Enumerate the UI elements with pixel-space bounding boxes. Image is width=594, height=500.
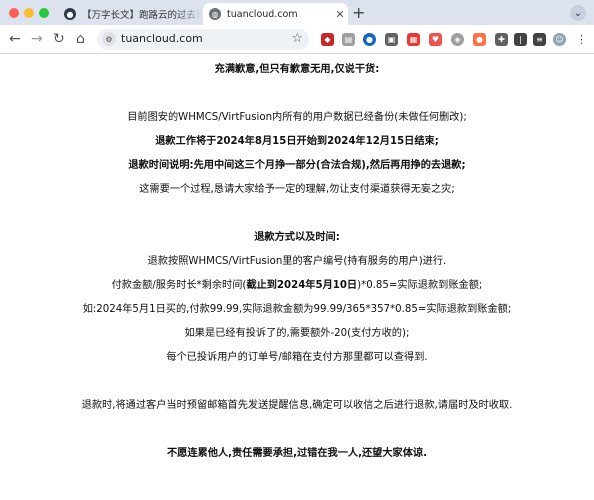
email-notice: 退款时,将通过客户当时预留邮箱首先发送提醒信息,确定可以收信之后进行退款,请届时… [81,400,513,411]
method-basis: 退款按照WHMCS/VirtFusion里的客户编号(持有服务的用户)进行. [147,256,447,267]
browser-toolbar: ← → ↻ ⌂ ⚙ tuancloud.com ☆ ◆ ▤ ● ▣ ▦ ♥ ◈ … [0,25,594,54]
notice-patience: 这需要一个过程,恳请大家给予一定的理解,勿让支付渠道获得无妄之灾; [139,184,455,195]
complaint-fee: 如果是已经有投诉了的,需要额外-20(支付方收的); [184,328,410,339]
fox-extension-icon[interactable]: ● [473,33,486,46]
tab-bar: ● 【万字长文】跑路云的过去现在 ◍ tuancloud.com ✕ + ⌄ [0,0,594,25]
globe-icon: ◍ [209,8,221,20]
password-extension-icon[interactable]: ● [363,33,376,46]
media-controls-icon[interactable]: ≡ [533,33,546,46]
profile-avatar[interactable]: ☺ [553,33,566,46]
maximize-window-button[interactable] [39,8,49,18]
translate-extension-icon[interactable]: ▣ [385,33,398,46]
puzzle-extensions-icon[interactable]: ✚ [495,33,508,46]
method-title: 退款方式以及时间: [254,232,340,243]
more-menu-icon[interactable]: ⋮ [575,33,588,46]
menu-separator-icon: | [514,33,527,46]
formula-suffix: )*0.85=实际退款到账金额; [357,280,483,291]
new-tab-button[interactable]: + [352,3,365,23]
notice-backup: 目前图安的WHMCS/VirtFusion内所有的用户数据已经备份(未做任何删改… [127,112,467,123]
address-url: tuancloud.com [121,32,203,45]
tab-title: 【万字长文】跑路云的过去现在 [82,10,202,21]
chevron-down-icon[interactable]: ⌄ [570,5,586,21]
complaint-check: 每个已投诉用户的订单号/邮箱在支付方那里都可以查得到. [166,352,428,363]
refund-formula: 付款金额/服务时长*剩余时间(截止到2024年5月10日)*0.85=实际退款到… [0,276,594,291]
shield-extension-icon[interactable]: ◆ [321,33,334,46]
notice-page: 充满歉意,但只有歉意无用,仅说干货: 目前图安的WHMCS/VirtFusion… [0,55,594,500]
notice-heading: 充满歉意,但只有歉意无用,仅说干货: [214,64,380,75]
site-info-icon[interactable]: ⚙ [102,32,116,46]
closing-statement: 不愿连累他人,责任需要承担,过错在我一人,还望大家体谅. [167,448,427,459]
home-icon[interactable]: ⌂ [76,31,85,47]
reader-extension-icon[interactable]: ▤ [342,33,355,46]
cube-extension-icon[interactable]: ◈ [451,33,464,46]
pocket-extension-icon[interactable]: ♥ [429,33,442,46]
bookmark-star-icon[interactable]: ☆ [291,31,303,46]
address-bar[interactable]: ⚙ tuancloud.com ☆ [97,29,309,50]
close-tab-icon[interactable]: ✕ [332,8,348,21]
notice-advice: 退款时间说明:先用中间这三个月挣一部分(合法合规),然后再用挣的去退款; [128,160,466,171]
reload-icon[interactable]: ↻ [53,31,65,47]
pdf-extension-icon[interactable]: ▦ [407,33,420,46]
close-window-button[interactable] [9,8,19,18]
formula-prefix: 付款金额/服务时长*剩余时间( [111,280,247,291]
formula-cutoff-date: 截止到2024年5月10日 [246,280,358,291]
refund-example: 如:2024年5月1日买的,付款99.99,实际退款金额为99.99/365*3… [82,304,512,315]
forward-arrow-icon[interactable]: → [31,31,43,47]
back-arrow-icon[interactable]: ← [9,31,21,47]
tab-tuancloud[interactable]: ◍ tuancloud.com ✕ [203,3,348,25]
minimize-window-button[interactable] [24,8,34,18]
site-favicon-icon: ● [64,8,76,20]
tab-article[interactable]: ● 【万字长文】跑路云的过去现在 [58,3,202,25]
notice-period: 退款工作将于2024年8月15日开始到2024年12月15日结束; [155,136,439,147]
tab-title: tuancloud.com [227,8,298,20]
